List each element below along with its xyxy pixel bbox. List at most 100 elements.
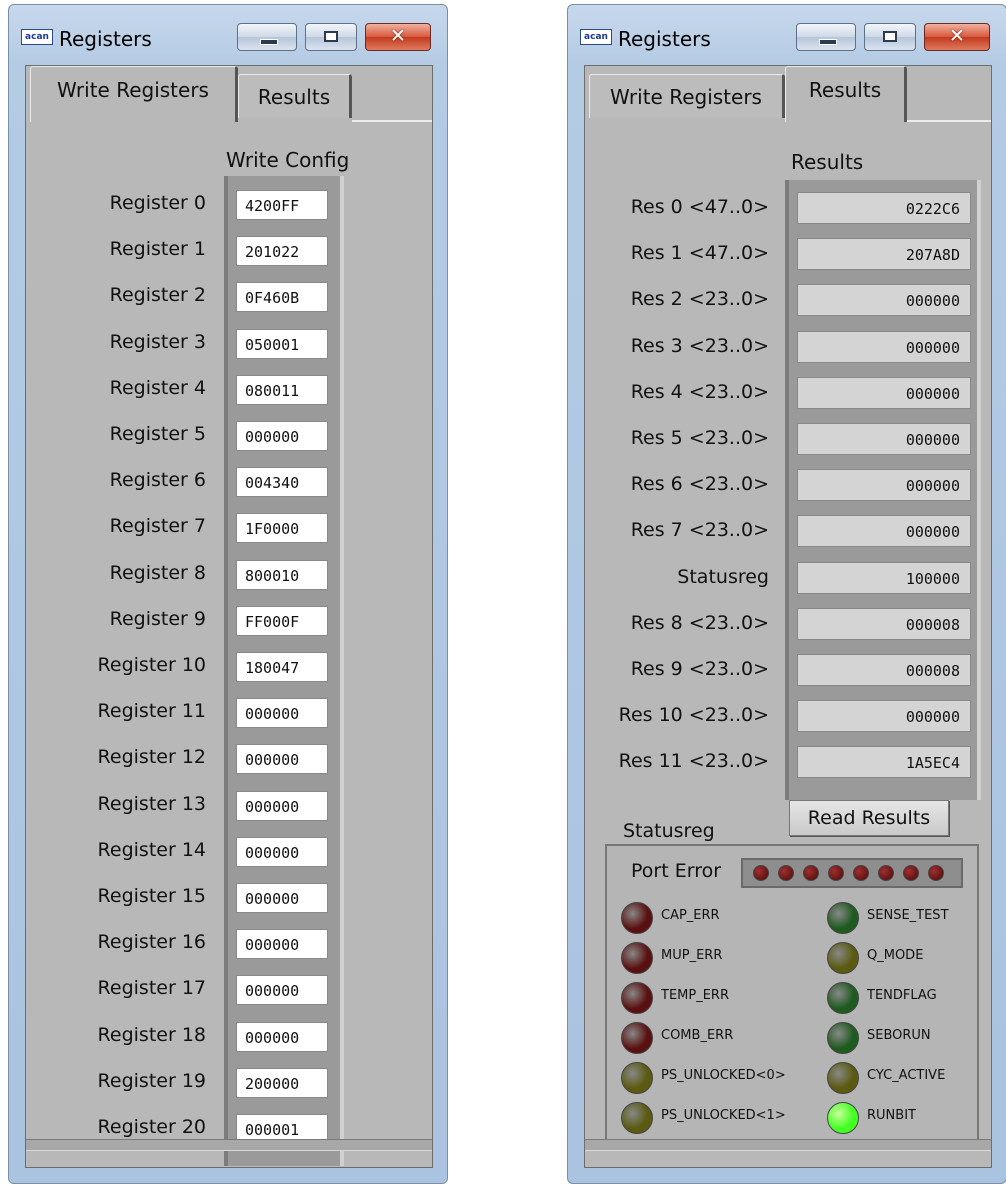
result-value-field: 0222C6 (797, 192, 971, 224)
register-label: Register 12 (97, 746, 206, 769)
maximize-button[interactable] (864, 23, 916, 51)
tab-baseline (352, 120, 432, 122)
status-led (827, 982, 859, 1014)
close-icon: ✕ (390, 25, 406, 47)
status-flag-label: MUP_ERR (661, 948, 723, 963)
result-value-field: 000000 (797, 376, 971, 409)
close-icon: ✕ (949, 25, 965, 47)
tab-results[interactable]: Results (785, 66, 907, 122)
register-value-input[interactable]: 000000 (236, 1021, 328, 1052)
register-value-input[interactable]: 0F460B (236, 282, 328, 313)
tab-write-registers[interactable]: Write Registers (30, 66, 238, 122)
status-flag-label: TENDFLAG (867, 988, 937, 1003)
result-label: Res 4 <23..0> (630, 380, 769, 403)
minimize-button[interactable] (237, 23, 297, 51)
register-value-input[interactable]: 000000 (236, 883, 328, 913)
result-value-field: 000000 (797, 700, 971, 733)
port-error-led (878, 865, 894, 881)
register-value-input[interactable]: FF000F (236, 605, 328, 636)
title-bar[interactable]: acan Registers ✕ (568, 5, 1006, 65)
result-value-field: 000000 (797, 469, 971, 502)
register-value-input[interactable]: 201022 (236, 236, 328, 267)
app-icon: acan (580, 29, 612, 45)
status-led (827, 1062, 859, 1094)
status-led (827, 942, 859, 974)
tab-bar: Write Registers Results (585, 66, 991, 122)
register-label: Register 11 (97, 700, 206, 723)
status-led (621, 942, 653, 974)
port-error-label: Port Error (631, 860, 722, 882)
result-value-field: 100000 (797, 561, 971, 594)
close-button[interactable]: ✕ (924, 23, 990, 51)
register-value-input[interactable]: 050001 (236, 328, 328, 359)
register-value-input[interactable]: 180047 (236, 652, 328, 682)
port-error-led (803, 865, 819, 881)
port-error-led (853, 865, 869, 881)
result-value-field: 1A5EC4 (797, 746, 971, 779)
register-value-input[interactable]: 4200FF (236, 190, 328, 220)
section-title: Write Config (226, 148, 350, 172)
register-value-input[interactable]: 080011 (236, 374, 328, 405)
result-value-field: 000000 (797, 423, 971, 455)
register-value-input[interactable]: 000000 (236, 744, 328, 775)
register-value-input[interactable]: 000000 (236, 836, 328, 867)
register-value-input[interactable]: 000000 (236, 929, 328, 960)
status-strip (26, 1139, 432, 1151)
statusreg-label: Statusreg (623, 820, 715, 842)
register-value-input[interactable]: 1F0000 (236, 513, 328, 544)
read-results-button[interactable]: Read Results (789, 800, 949, 836)
register-label: Register 6 (109, 469, 206, 492)
register-value-input[interactable]: 000000 (236, 790, 328, 821)
register-value-input[interactable]: 200000 (236, 1067, 328, 1098)
register-label: Register 3 (109, 330, 206, 353)
result-label: Res 11 <23..0> (618, 750, 769, 773)
register-label: Register 7 (109, 515, 206, 538)
close-button[interactable]: ✕ (365, 23, 431, 51)
title-bar[interactable]: acan Registers ✕ (9, 5, 447, 65)
status-led (827, 902, 859, 934)
register-value-input[interactable]: 000000 (236, 421, 328, 451)
status-flag-label: TEMP_ERR (661, 988, 729, 1003)
register-label: Register 14 (97, 838, 206, 861)
tab-bar: Write Registers Results (26, 66, 432, 122)
register-value-input[interactable]: 000000 (236, 975, 328, 1006)
result-label: Res 3 <23..0> (630, 334, 769, 357)
tab-write-registers[interactable]: Write Registers (589, 74, 785, 118)
status-led (621, 902, 653, 934)
window-title: Registers (59, 27, 152, 51)
result-label: Res 1 <47..0> (630, 242, 769, 265)
register-label: Register 20 (97, 1116, 206, 1138)
port-error-led (828, 865, 844, 881)
tab-results[interactable]: Results (238, 74, 352, 118)
status-flag-label: SENSE_TEST (867, 908, 949, 923)
register-label: Register 1 (109, 238, 206, 261)
window-client: Write Registers Results Write Config Reg… (25, 65, 433, 1168)
status-led (621, 1102, 653, 1134)
status-flag-label: COMB_ERR (661, 1028, 734, 1043)
register-value-input[interactable]: 000000 (236, 698, 328, 729)
port-error-led (778, 865, 794, 881)
minimize-button[interactable] (796, 23, 856, 51)
status-led (827, 1102, 859, 1134)
register-label: Register 13 (97, 792, 206, 815)
status-led (827, 1022, 859, 1054)
status-flag-label: Q_MODE (867, 948, 924, 963)
register-value-input[interactable]: 004340 (236, 467, 328, 498)
register-label: Register 15 (97, 885, 206, 907)
status-led (621, 1022, 653, 1054)
result-value-field: 000000 (797, 330, 971, 363)
result-value-field: 000000 (797, 284, 971, 317)
result-label: Res 0 <47..0> (630, 196, 769, 218)
maximize-button[interactable] (305, 23, 357, 51)
register-label: Register 5 (109, 423, 206, 445)
result-label: Res 10 <23..0> (618, 704, 769, 727)
register-label: Register 16 (97, 931, 206, 954)
window-client: Write Registers Results Results Res 0 <4… (584, 65, 992, 1168)
result-value-field: 000008 (797, 654, 971, 686)
port-error-led-strip (741, 858, 963, 888)
register-value-input[interactable]: 800010 (236, 559, 328, 590)
status-flag-label: PS_UNLOCKED<0> (661, 1068, 786, 1083)
result-label: Res 5 <23..0> (630, 427, 769, 449)
minimize-icon (819, 39, 837, 45)
status-flag-label: SEBORUN (867, 1028, 931, 1043)
